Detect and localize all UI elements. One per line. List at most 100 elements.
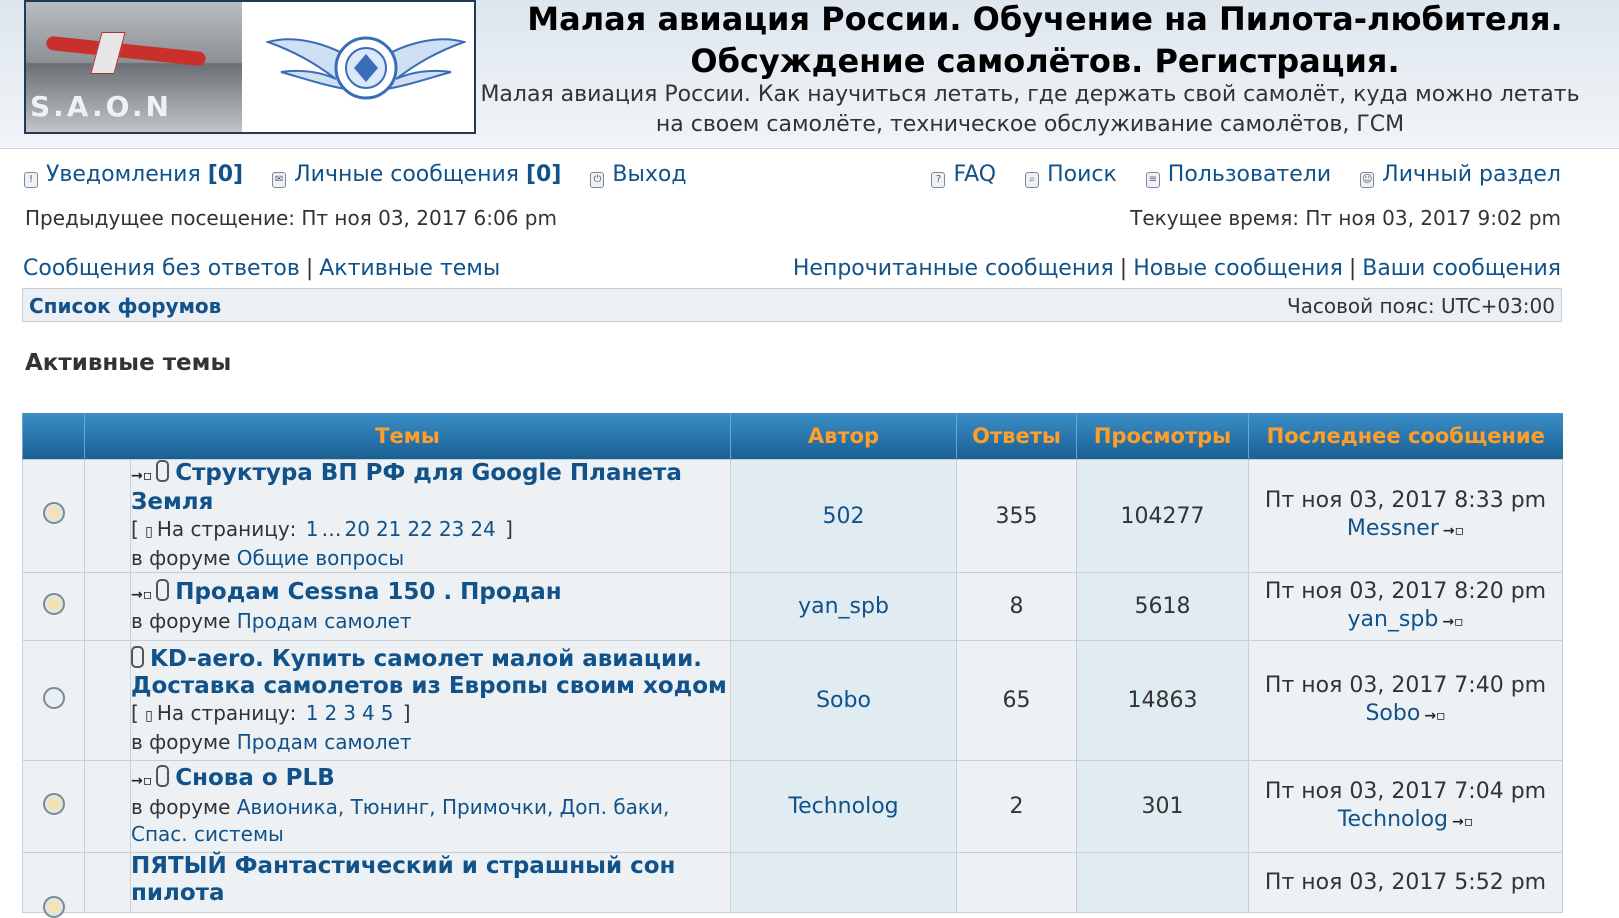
user-cp-link[interactable]: ☺ Личный раздел — [1360, 162, 1561, 188]
header-replies[interactable]: Ответы — [956, 413, 1077, 460]
nav-left: ! Уведомления [0] ✉ Личные сообщения [0] ⏻… — [24, 162, 687, 188]
page-link[interactable]: 21 — [376, 517, 401, 541]
your-posts-link[interactable]: Ваши сообщения — [1362, 256, 1561, 281]
forum-prefix: в форуме — [131, 546, 231, 570]
header-status — [22, 413, 85, 460]
unanswered-posts-link[interactable]: Сообщения без ответов — [23, 256, 300, 281]
go-to-last-post-icon[interactable]: →▫ — [1424, 708, 1445, 724]
forum-link-continued[interactable]: Спас. системы — [131, 822, 284, 846]
search-link[interactable]: ⌕ Поиск — [1025, 162, 1117, 188]
topic-title-link[interactable]: ПЯТЫЙ Фантастический и страшный сон пило… — [131, 853, 675, 906]
author-link[interactable]: yan_spb — [798, 594, 889, 619]
go-to-last-post-icon[interactable]: →▫ — [1442, 614, 1463, 630]
new-post-arrow-icon[interactable]: →▫ — [131, 773, 152, 789]
topic-icon-cell — [84, 640, 131, 761]
topic-status — [22, 760, 85, 853]
last-post-time: Пт ноя 03, 2017 5:52 pm — [1264, 870, 1547, 895]
page-link[interactable]: 23 — [439, 517, 464, 541]
topics-table: Темы Автор Ответы Просмотры Последнее со… — [22, 413, 1564, 918]
power-icon: ⏻ — [590, 172, 605, 188]
last-post-time: Пт ноя 03, 2017 8:33 pm — [1264, 488, 1547, 513]
page-link[interactable]: 3 — [343, 701, 356, 725]
attachment-icon — [156, 460, 170, 482]
forum-line: в форуме Продам самолет — [131, 730, 412, 754]
topic-unread-icon — [42, 896, 65, 918]
notifications-link[interactable]: ! Уведомления [0] — [24, 162, 243, 188]
members-label: Пользователи — [1167, 162, 1332, 187]
replies-cell — [956, 852, 1078, 913]
topic-unread-icon — [42, 502, 65, 524]
site-logo[interactable]: S.A.O.N — [24, 0, 476, 134]
forum-link[interactable]: Продам самолет — [237, 730, 412, 754]
author-link[interactable]: 502 — [823, 504, 865, 529]
page-icon: ▯ — [145, 707, 153, 724]
header-last-post[interactable]: Последнее сообщение — [1248, 413, 1563, 460]
replies-cell: 8 — [956, 572, 1078, 641]
page-link[interactable]: 4 — [362, 701, 375, 725]
timezone-label: Часовой пояс: UTC+03:00 — [1286, 294, 1555, 318]
topic-title-link[interactable]: KD-aero. Купить самолет малой авиации. — [150, 646, 702, 672]
page-link[interactable]: 22 — [407, 517, 432, 541]
views-cell: 104277 — [1076, 459, 1250, 573]
forum-index-link[interactable]: Список форумов — [29, 294, 221, 318]
topic-cell: →▫ Структура ВП РФ для Google Планета Зем… — [129, 459, 732, 573]
envelope-icon: ✉ — [272, 172, 287, 188]
page-link[interactable]: 1 — [306, 701, 319, 725]
logout-link[interactable]: ⏻ Выход — [590, 162, 687, 188]
page-icon: ▯ — [145, 524, 153, 540]
forum-prefix: в форуме — [131, 795, 231, 819]
table-row: KD-aero. Купить самолет малой авиации. Д… — [22, 640, 1564, 761]
page-link[interactable]: 24 — [470, 517, 495, 541]
forum-line: в форуме Общие вопросы — [131, 546, 404, 570]
faq-link[interactable]: ? FAQ — [931, 162, 996, 188]
page-link[interactable]: 1 — [306, 517, 319, 541]
private-messages-link[interactable]: ✉ Личные сообщения [0] — [272, 162, 561, 188]
author-link[interactable]: Sobo — [816, 688, 871, 713]
views-cell: 5618 — [1076, 572, 1250, 641]
last-post-author-link[interactable]: Sobo — [1365, 701, 1420, 726]
author-link[interactable]: Technolog — [788, 794, 898, 819]
page-link[interactable]: 5 — [381, 701, 394, 725]
header-topics[interactable]: Темы — [83, 413, 731, 460]
forum-link[interactable]: Общие вопросы — [237, 546, 404, 570]
bell-icon: ! — [24, 172, 38, 188]
topic-title-link[interactable]: Снова о PLB — [175, 765, 335, 791]
last-post-time: Пт ноя 03, 2017 8:20 pm — [1264, 578, 1547, 604]
last-post-author-link[interactable]: yan_spb — [1347, 607, 1438, 632]
topic-title-link[interactable]: Продам Cessna 150 . Продан — [175, 579, 561, 605]
last-post-author-link[interactable]: Messner — [1347, 516, 1439, 541]
go-to-last-post-icon[interactable]: →▫ — [1452, 814, 1473, 830]
topic-status — [22, 640, 85, 761]
last-post-cell: Пт ноя 03, 2017 8:33 pm Messner →▫ — [1248, 459, 1564, 573]
aopa-wings-emblem-icon — [266, 36, 466, 100]
separator: | — [1348, 256, 1357, 281]
forum-link[interactable]: Авионика, Тюнинг, Примочки, Доп. баки, — [237, 795, 670, 819]
go-to-last-post-icon[interactable]: →▫ — [1443, 523, 1464, 539]
last-post-author-link[interactable]: Technolog — [1338, 807, 1448, 832]
topic-cell: KD-aero. Купить самолет малой авиации. Д… — [129, 640, 732, 761]
header-views[interactable]: Просмотры — [1076, 413, 1249, 460]
members-link[interactable]: ≡ Пользователи — [1145, 162, 1332, 188]
header-author[interactable]: Автор — [730, 413, 957, 460]
last-visit: Предыдущее посещение: Пт ноя 03, 2017 6:… — [25, 206, 557, 230]
page-link[interactable]: 2 — [325, 701, 338, 725]
nav-right: ? FAQ ⌕ Поиск ≡ Пользователи ☺ Личный раздел — [931, 162, 1561, 188]
last-post-cell: Пт ноя 03, 2017 5:52 pm — [1248, 852, 1564, 913]
forum-prefix: в форуме — [131, 608, 231, 633]
last-post-cell: Пт ноя 03, 2017 7:04 pm Technolog →▫ — [1248, 760, 1564, 853]
new-post-arrow-icon[interactable]: →▫ — [131, 468, 152, 484]
forum-link[interactable]: Продам самолет — [237, 609, 412, 633]
airplane-image — [45, 35, 207, 67]
unread-posts-link[interactable]: Непрочитанные сообщения — [793, 256, 1114, 281]
topic-title-link-continued[interactable]: Доставка самолетов из Европы своим ходом — [131, 673, 727, 699]
logout-label: Выход — [612, 162, 687, 187]
page-link[interactable]: 20 — [345, 517, 370, 541]
attachment-icon — [131, 645, 144, 668]
topic-icon-cell — [84, 760, 131, 853]
replies-cell: 65 — [956, 640, 1078, 761]
active-topics-link[interactable]: Активные темы — [319, 256, 500, 281]
new-post-arrow-icon[interactable]: →▫ — [131, 587, 152, 603]
breadcrumb-bar: Список форумов Часовой пояс: UTC+03:00 — [22, 288, 1562, 322]
new-posts-link[interactable]: Новые сообщения — [1133, 256, 1343, 281]
topic-title-link[interactable]: Структура ВП РФ для Google Планета Земля — [131, 460, 682, 515]
